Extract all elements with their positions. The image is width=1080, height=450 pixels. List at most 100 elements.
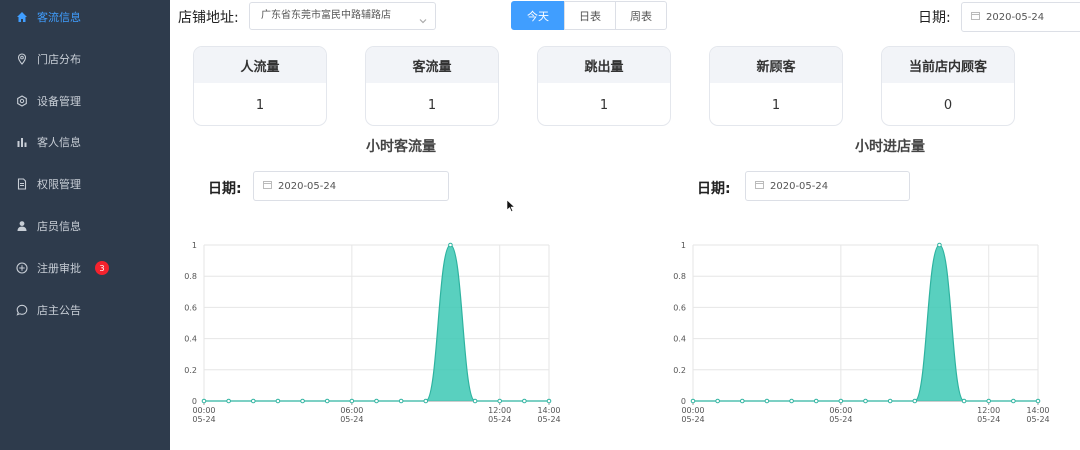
sidebar-item-permission-management[interactable]: 权限管理: [0, 172, 170, 196]
y-tick-label: 0.6: [184, 303, 197, 312]
home-icon: [16, 11, 28, 23]
sidebar-item-guest-info[interactable]: 客人信息: [0, 130, 170, 154]
document-icon: [16, 178, 28, 190]
user-icon: [16, 220, 28, 232]
stat-value: 1: [427, 97, 437, 113]
data-point: [448, 242, 453, 248]
stat-value: 1: [599, 97, 609, 113]
chart-title-hourly-entries: 小时进店量: [855, 139, 925, 155]
y-tick-label: 0.4: [184, 335, 197, 344]
x-tick-label-time: 00:00: [681, 406, 704, 415]
sidebar-item-owner-notice[interactable]: 店主公告: [0, 298, 170, 322]
mouse-cursor-icon: [506, 199, 516, 212]
data-point: [423, 398, 429, 404]
stat-title: 跳出量: [538, 47, 670, 83]
y-tick-label: 1: [681, 241, 686, 250]
data-point: [986, 398, 992, 404]
stat-value: 1: [771, 97, 781, 113]
stat-card-customer-flow: 客流量 1: [365, 46, 499, 126]
date-value: 2020-05-24: [770, 180, 829, 192]
y-tick-label: 0.4: [673, 335, 686, 344]
data-point: [201, 398, 207, 404]
store-address-select[interactable]: 广东省东莞市富民中路辅路店: [249, 2, 436, 30]
bar-chart-icon: [16, 136, 28, 148]
y-tick-label: 1: [192, 241, 197, 250]
x-tick-label-date: 05-24: [829, 415, 852, 424]
stat-card-bounce: 跳出量 1: [537, 46, 671, 126]
data-point: [813, 398, 819, 404]
data-point: [472, 398, 478, 404]
tab-daily[interactable]: 日表: [564, 1, 616, 30]
sidebar-item-label: 注册审批: [37, 262, 81, 275]
chat-icon: [16, 304, 28, 316]
calendar-icon: [263, 180, 272, 192]
tab-today[interactable]: 今天: [511, 1, 565, 30]
chart-title-hourly-customer-flow: 小时客流量: [366, 139, 436, 155]
data-point: [300, 398, 305, 404]
series-line: [203, 244, 549, 402]
stat-title: 新顾客: [710, 47, 842, 83]
sidebar-item-label: 店员信息: [37, 220, 81, 233]
x-tick-label-time: 14:00: [537, 406, 560, 415]
y-tick-label: 0.2: [673, 366, 686, 375]
chevron-down-icon: [418, 11, 428, 37]
chart2-date-picker[interactable]: 2020-05-24: [745, 171, 910, 201]
data-point: [522, 398, 527, 404]
date-picker[interactable]: 2020-05-24: [961, 2, 1080, 32]
series-line: [692, 244, 1038, 402]
date-label: 日期:: [918, 10, 951, 26]
data-point: [863, 398, 868, 404]
sidebar-item-label: 门店分布: [37, 53, 81, 66]
y-tick-label: 0.6: [673, 303, 686, 312]
store-address-value: 广东省东莞市富民中路辅路店: [261, 10, 391, 21]
stat-card-new-customers: 新顾客 1: [709, 46, 843, 126]
x-tick-label-date: 05-24: [977, 415, 1000, 424]
x-tick-label-date: 05-24: [340, 415, 363, 424]
plus-circle-icon: [16, 262, 28, 274]
y-tick-label: 0.8: [184, 272, 197, 281]
x-tick-label-time: 06:00: [340, 406, 363, 415]
data-point: [764, 398, 770, 404]
sidebar-item-staff-info[interactable]: 店员信息: [0, 214, 170, 238]
x-tick-label-time: 00:00: [192, 406, 215, 415]
location-pin-icon: [16, 53, 28, 65]
data-point: [715, 398, 720, 404]
y-tick-label: 0: [192, 397, 197, 406]
sidebar-item-device-management[interactable]: 设备管理: [0, 89, 170, 113]
stat-card-in-store-customers: 当前店内顾客 0: [881, 46, 1015, 126]
chart1-date-picker[interactable]: 2020-05-24: [253, 171, 449, 201]
sidebar-item-passenger-flow[interactable]: 客流信息: [0, 5, 170, 29]
sidebar-item-registration-approval[interactable]: 注册审批 3: [0, 256, 170, 280]
y-tick-label: 0: [681, 397, 686, 406]
data-point: [275, 398, 281, 404]
sidebar-item-store-distribution[interactable]: 门店分布: [0, 47, 170, 71]
data-point: [324, 398, 330, 404]
date-value: 2020-05-24: [986, 11, 1045, 23]
data-point: [739, 398, 745, 404]
data-point: [349, 398, 355, 404]
x-tick-label-time: 06:00: [829, 406, 852, 415]
data-point: [497, 398, 503, 404]
sidebar: 客流信息 门店分布 设备管理 客人信息 权限管理 店员信息 注册审批 3 店主公…: [0, 0, 170, 450]
data-point: [374, 398, 379, 404]
data-point: [690, 398, 696, 404]
data-point: [1011, 398, 1016, 404]
data-point: [937, 242, 942, 248]
y-tick-label: 0.2: [184, 366, 197, 375]
data-point: [226, 398, 231, 404]
x-tick-label-time: 12:00: [488, 406, 511, 415]
sidebar-item-label: 权限管理: [37, 178, 81, 191]
x-tick-label-date: 05-24: [681, 415, 704, 424]
data-point: [398, 398, 404, 404]
data-point: [887, 398, 893, 404]
x-tick-label-date: 05-24: [488, 415, 511, 424]
data-point: [961, 398, 967, 404]
x-tick-label-time: 12:00: [977, 406, 1000, 415]
tab-weekly[interactable]: 周表: [615, 1, 667, 30]
sidebar-item-label: 客人信息: [37, 136, 81, 149]
data-point: [546, 398, 552, 404]
stat-value: 0: [943, 97, 953, 113]
notification-badge: 3: [95, 261, 109, 275]
y-tick-label: 0.8: [673, 272, 686, 281]
store-address-label: 店铺地址:: [178, 10, 239, 26]
